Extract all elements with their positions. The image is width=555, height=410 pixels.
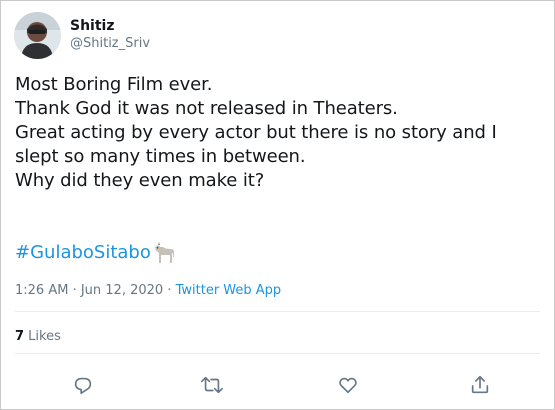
reply-icon bbox=[72, 374, 94, 396]
retweet-icon bbox=[200, 374, 224, 396]
tweet-source-link[interactable]: Twitter Web App bbox=[176, 283, 282, 298]
heart-icon bbox=[337, 374, 359, 396]
display-name[interactable]: Shitiz bbox=[70, 17, 150, 35]
tweet-text: Most Boring Film ever. Thank God it was … bbox=[15, 73, 545, 193]
hashtag-link[interactable]: #GulaboSitabo bbox=[15, 241, 151, 265]
tweet-date[interactable]: Jun 12, 2020 bbox=[81, 283, 163, 298]
share-icon bbox=[469, 374, 491, 396]
tweet-header: Shitiz @Shitiz_Sriv bbox=[14, 11, 150, 59]
reply-button[interactable] bbox=[68, 370, 98, 400]
goat-icon bbox=[153, 241, 177, 265]
tweet-line: Why did they even make it? bbox=[15, 170, 265, 191]
tweet-line: Great acting by every actor but there is… bbox=[15, 122, 497, 143]
tweet-actions bbox=[1, 370, 554, 400]
avatar[interactable] bbox=[14, 11, 61, 59]
meta-separator: · bbox=[68, 283, 81, 298]
divider bbox=[15, 353, 540, 354]
hashtag-row: #GulaboSitabo bbox=[15, 241, 177, 265]
likes-link[interactable]: 7 Likes bbox=[15, 328, 61, 346]
tweet-line: Thank God it was not released in Theater… bbox=[15, 98, 398, 119]
likes-label: Likes bbox=[24, 329, 61, 344]
share-button[interactable] bbox=[465, 370, 495, 400]
tweet-line: slept so many times in between. bbox=[15, 146, 306, 167]
user-info: Shitiz @Shitiz_Sriv bbox=[70, 17, 150, 53]
likes-count: 7 bbox=[15, 329, 25, 344]
tweet-line: Most Boring Film ever. bbox=[15, 74, 213, 95]
tweet-time[interactable]: 1:26 AM bbox=[15, 283, 68, 298]
user-handle[interactable]: @Shitiz_Sriv bbox=[70, 35, 150, 53]
tweet-card: Shitiz @Shitiz_Sriv Most Boring Film eve… bbox=[0, 0, 555, 410]
like-button[interactable] bbox=[333, 370, 363, 400]
tweet-meta: 1:26 AM · Jun 12, 2020 · Twitter Web App bbox=[15, 282, 281, 300]
retweet-button[interactable] bbox=[197, 370, 227, 400]
divider bbox=[15, 311, 540, 312]
meta-separator: · bbox=[163, 283, 176, 298]
